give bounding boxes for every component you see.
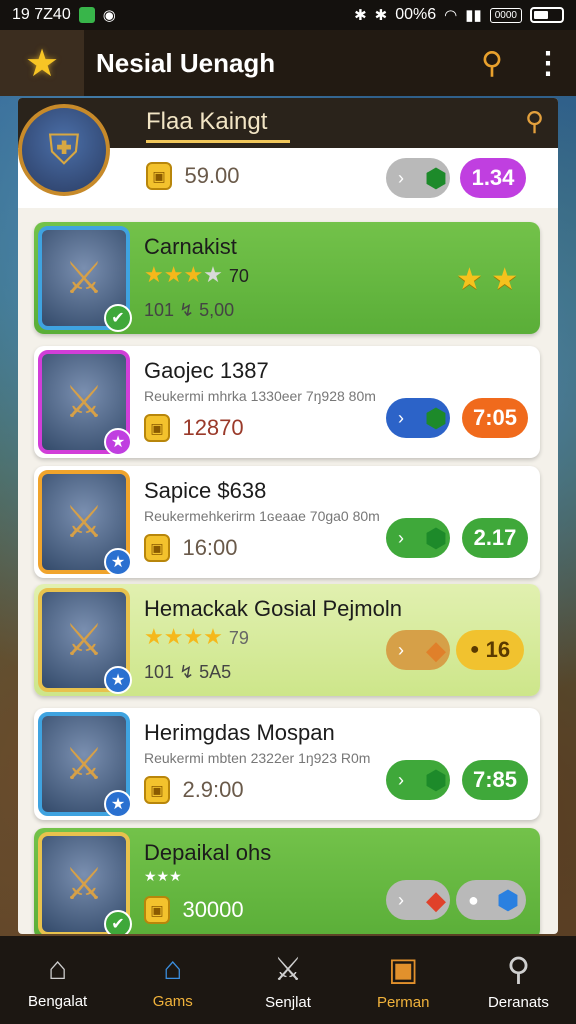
card-subtitle: Reukermi mbten 2322er 1ŋ923 R0m [144,750,371,766]
card-meta: 101 ↯ 5,00 [144,300,235,320]
rating-value: 79 [228,628,249,648]
nav-item-games[interactable]: ⌂ Gams [115,936,230,1024]
gift-icon: ◆ [426,884,446,915]
star-badge-icon: ★ [104,666,132,694]
star-badge-icon: ★ [104,548,132,576]
status-box: 0000 [489,7,522,23]
bluetooth-icon-2: ✱ [374,7,388,24]
clipboard-icon: ▣ [388,950,419,987]
notification-icon: ◉ [102,7,116,24]
hero-thumb: ⚔ ✔ [38,832,132,934]
gem-icon: ⬢ [424,162,448,193]
signal-icon: ▮▮ [465,7,482,24]
coin-icon: ▣ [144,896,170,924]
bluetooth-icon: ✱ [354,7,367,24]
chest-icon: ◆ [426,634,446,665]
coin-icon: ▣ [144,534,170,562]
card-price: 16:00 [182,535,238,560]
star-badge-icon: ★ [104,428,132,456]
nav-item-home[interactable]: ⌂ Bengalat [0,936,115,1024]
user-icon: ⚲ [506,950,531,987]
nav-label: Bengalat [27,993,88,1010]
nav-item-profile[interactable]: ⚲ Deranats [461,936,576,1024]
card-meta: 101 ↯ 5A5 [144,662,232,682]
hero-avatar[interactable]: ⛨ [18,104,110,196]
card-title: Depaikal ohs [144,840,272,865]
card-subtitle: Reukermehkerirm 1ɢeaae 70ga0 80m [144,508,380,524]
top-price-pill[interactable]: 1.34 [460,158,526,198]
check-badge-icon: ✔ [104,304,132,332]
nav-item-battle[interactable]: ⚔ Senjlat [230,936,345,1024]
nav-label: Perman [376,993,430,1011]
hero-thumb: ⚔ ★ [38,712,132,818]
sub-header-title[interactable]: Flaa Kaingt [146,108,267,136]
gem-icon: ⬢ [424,522,448,553]
price-pill-value: 16 [485,637,511,662]
battery-icon [530,7,564,23]
star-logo-icon[interactable]: ★ [0,30,84,96]
price-pill[interactable]: 7:85 [462,760,528,800]
nav-label: Deranats [487,993,549,1011]
card-title: Hemackak Gosial Pejmoln [144,596,402,621]
card-title: Carnakist [144,234,237,259]
status-time: 19 7Z40 [12,6,71,23]
more-menu-icon[interactable]: ⋮ [520,30,576,96]
coin-icon: ● [469,641,480,658]
coin-icon: ▣ [146,162,172,190]
tab-underline [146,140,290,143]
nav-label: Senjlat [265,993,311,1011]
hero-thumb: ⚔ ★ [38,588,132,694]
list-item[interactable]: ⚔ ★ Hemackak Gosial Pejmoln ★★★★ 79 101 ↯ … [34,584,540,696]
hero-thumb: ⚔ ★ [38,470,132,576]
price-pill[interactable]: ● 16 [456,630,524,670]
card-price: 2.9:00 [182,777,244,802]
price-pill[interactable]: 7:05 [462,398,528,438]
star-rating: ★★★ [144,868,182,884]
shield-icon: ⬢ [496,884,520,915]
gem-icon: ⬢ [424,764,448,795]
swords-icon: ⚔ [273,950,303,987]
list-item[interactable]: ⚔ ★ Sapice $638 Reukermehkerirm 1ɢeaae 70… [34,466,540,578]
hero-thumb: ⚔ ✔ [38,226,132,332]
card-title: Sapice $638 [144,478,267,503]
card-price: 30000 [182,897,244,922]
home-icon: ⌂ [47,950,68,986]
wifi-icon: ◠ [444,7,458,24]
list-item[interactable]: ⚔ ★ Gaojec 1387 Reukermi mhrka 1330eer 7ŋ… [34,346,540,458]
card-title: Gaojec 1387 [144,358,269,383]
nav-label: Gams [152,993,193,1010]
app-notification-icon [78,7,95,23]
top-price: 59.00 [184,163,240,188]
sub-search-icon[interactable]: ⚲ [525,106,544,137]
battery-percent: 00%6 [395,6,437,23]
app-title: Nesial Uenagh [96,47,276,78]
list-item[interactable]: ⚔ ✔ Carnakist ★★★★ 70 101 ↯ 5,00 ★ ★ [34,222,540,334]
card-subtitle: Reukermi mhrka 1330eer 7ŋ928 80m [144,388,376,404]
status-bar: 19 7Z40 ◉ ✱ ✱ 00%6 ◠ ▮▮ 0000 [0,0,576,30]
star-rating: ★★★★ 70 [144,262,249,287]
list-item[interactable]: ⚔ ✔ Depaikal ohs ★★★ ▣ 30000 › ◆ ● ⬢ [34,828,540,934]
home-star-icon: ⌂ [163,950,183,986]
coin-icon: ▣ [144,414,170,442]
star-rating: ★★★★ 79 [144,624,249,649]
rating-value: 70 [228,266,249,286]
bottom-nav: ⌂ Bengalat ⌂ Gams ⚔ Senjlat ▣ Perman ⚲ D… [0,936,576,1024]
star-badge-icon: ★ [104,790,132,818]
search-icon[interactable]: ⚲ [464,30,520,96]
card-price: 12870 [182,415,244,440]
coin-icon: ▣ [144,776,170,804]
hero-thumb: ⚔ ★ [38,350,132,456]
stars-icon: ★ ★ [456,263,519,296]
app-header: ★ Nesial Uenagh ⚲ ⋮ [0,30,576,96]
nav-item-perman[interactable]: ▣ Perman [346,936,461,1024]
list-item[interactable]: ⚔ ★ Herimgdas Mospan Reukermi mbten 2322e… [34,708,540,820]
card-title: Herimgdas Mospan [144,720,335,745]
price-pill[interactable]: 2.17 [462,518,528,558]
main-panel: Flaa Kaingt ⚲ ▣ 59.00 › ⬢ 1.34 ⚔ ✔ Carnak… [18,98,558,934]
gem-icon: ⬢ [424,402,448,433]
check-badge-icon: ✔ [104,910,132,934]
